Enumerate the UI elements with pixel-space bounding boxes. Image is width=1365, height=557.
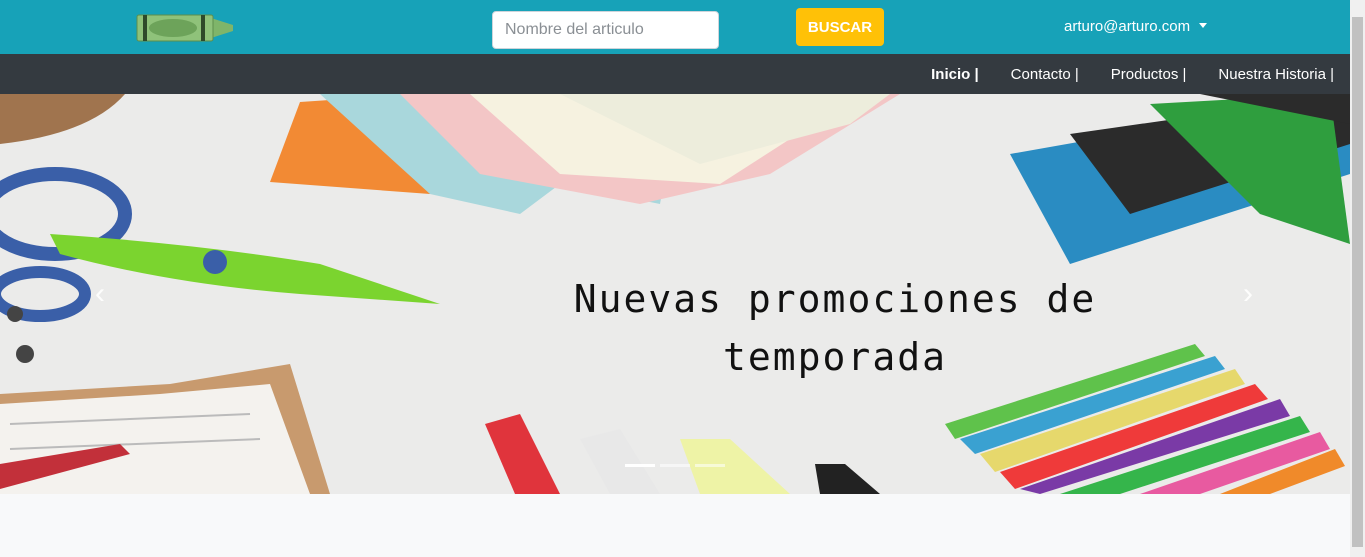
search-input[interactable] xyxy=(492,11,719,49)
carousel-indicator-2[interactable] xyxy=(660,464,690,467)
nav-item-productos[interactable]: Productos | xyxy=(1111,66,1187,83)
chevron-right-icon: › xyxy=(1243,277,1253,310)
page-scrollbar[interactable] xyxy=(1350,0,1365,557)
user-email: arturo@arturo.com xyxy=(1064,18,1191,35)
main-navbar: Inicio | Contacto | Productos | Nuestra … xyxy=(0,54,1350,94)
carousel-prev-button[interactable]: ‹ xyxy=(80,274,120,314)
caption-line-1: Nuevas promociones de xyxy=(573,277,1097,321)
nav-item-contacto[interactable]: Contacto | xyxy=(1011,66,1079,83)
carousel-indicator-3[interactable] xyxy=(695,464,725,467)
top-bar: BUSCAR arturo@arturo.com xyxy=(0,0,1350,54)
caption-line-2: temporada xyxy=(723,335,947,379)
carousel-next-button[interactable]: › xyxy=(1228,274,1268,314)
nav-item-nuestra-historia[interactable]: Nuestra Historia | xyxy=(1218,66,1334,83)
scrollbar-thumb[interactable] xyxy=(1352,17,1363,547)
carousel-caption: Nuevas promociones de temporada xyxy=(470,270,1200,386)
carousel-indicator-1[interactable] xyxy=(625,464,655,467)
search-button[interactable]: BUSCAR xyxy=(796,8,884,46)
crayon-logo-icon[interactable] xyxy=(133,12,235,44)
user-menu-dropdown[interactable]: arturo@arturo.com xyxy=(1064,18,1208,35)
chevron-down-icon xyxy=(1199,23,1208,28)
nav-item-inicio[interactable]: Inicio | xyxy=(931,66,979,83)
hero-carousel: Nuevas promociones de temporada ‹ › xyxy=(0,94,1350,494)
chevron-left-icon: ‹ xyxy=(95,277,105,310)
carousel-indicators xyxy=(625,464,730,467)
nav-links: Inicio | Contacto | Productos | Nuestra … xyxy=(899,54,1334,94)
